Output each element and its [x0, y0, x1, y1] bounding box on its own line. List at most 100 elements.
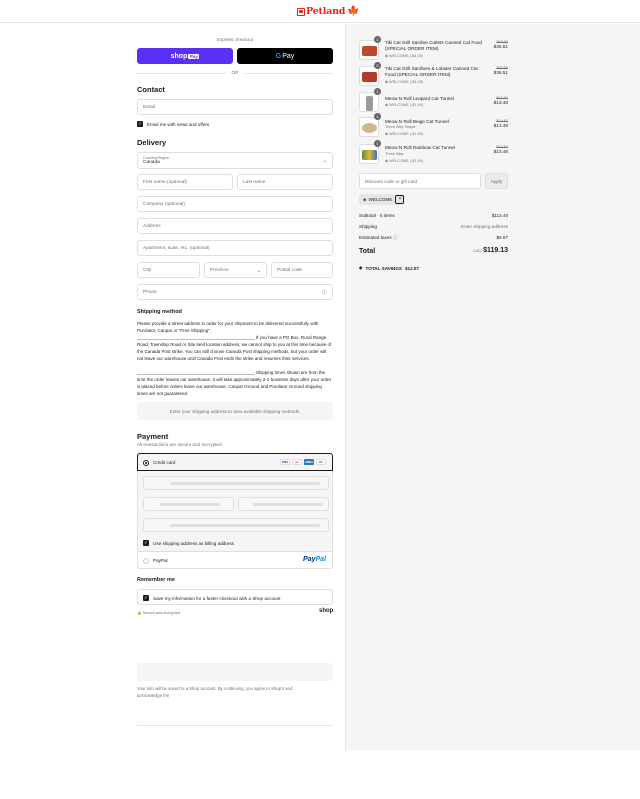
shop-pay-badge: Pay	[188, 53, 200, 59]
postal-code-field[interactable]: Postal code	[271, 262, 333, 278]
quantity-badge: 1	[374, 88, 381, 95]
delivery-heading: Delivery	[137, 138, 167, 147]
newsletter-checkbox[interactable]: ✓	[137, 121, 143, 127]
security-code-field[interactable]	[238, 497, 329, 511]
email-field[interactable]: Email	[137, 99, 333, 115]
paypal-radio[interactable]	[143, 558, 149, 564]
info-icon[interactable]: ⓘ	[393, 235, 398, 240]
discount-label: WELCOME (-$4.05)	[388, 54, 423, 58]
credit-card-label: Credit card	[153, 460, 176, 465]
product-image	[359, 92, 379, 112]
discount-code-input[interactable]: Discount code or gift card	[359, 173, 481, 189]
shop-logo: shop	[319, 608, 334, 614]
name-on-card-field[interactable]	[143, 518, 329, 532]
paypal-option[interactable]: PayPal PayPal	[137, 551, 333, 569]
save-info-checkbox[interactable]: ✓	[143, 595, 149, 601]
subtotal-label: Subtotal · 5 items	[359, 213, 395, 218]
express-checkout-title: Express checkout	[216, 37, 254, 42]
province-placeholder: Province	[210, 267, 229, 273]
shipping-value: Enter shipping address	[461, 224, 508, 229]
product-name: Meow N Roll Rainbow Cat Tunnel	[385, 145, 456, 150]
discount-line: ◈ WELCOME (-$4.05)	[385, 79, 423, 84]
expiry-field[interactable]	[143, 497, 234, 511]
total-savings: ◈ TOTAL SAVINGS $12.57	[359, 265, 419, 271]
credit-card-radio[interactable]	[143, 460, 149, 466]
country-value: Canada	[143, 160, 160, 165]
discounted-price: $36.51	[493, 70, 508, 75]
address-field[interactable]: Address	[137, 218, 333, 234]
google-pay-button[interactable]: G Pay	[237, 48, 333, 64]
taxes-value: $5.67	[496, 235, 509, 240]
shipping-info-1: Please provide a street address in order…	[137, 321, 319, 333]
company-field[interactable]: Company (optional)	[137, 196, 333, 212]
last-name-field[interactable]: Last name	[237, 174, 333, 190]
or-label: OR	[231, 70, 239, 75]
product-name: Tiki Cat Grill Sardines & Lobster Canned…	[385, 66, 478, 78]
apartment-field[interactable]: Apartment, suite, etc. (optional)	[137, 240, 333, 256]
site-header: Petland 🍁	[0, 0, 640, 23]
apartment-placeholder: Apartment, suite, etc. (optional)	[143, 245, 210, 251]
tag-icon: ◈	[359, 265, 363, 270]
total-value: $119.13	[483, 247, 508, 254]
shipping-info-2: ________________________________________…	[137, 335, 332, 361]
savings-value: $12.57	[404, 265, 420, 271]
payment-subtitle: All transactions are secure and encrypte…	[137, 442, 223, 447]
remove-discount-icon[interactable]: ×	[395, 195, 405, 204]
diners-club-icon: DC	[316, 459, 326, 465]
phone-field[interactable]: Phone ⓘ	[137, 284, 333, 300]
discount-label: WELCOME (-$1.49)	[388, 103, 423, 107]
shipping-methods-notice: Enter your shipping address to view avai…	[137, 402, 333, 420]
paypal-logo-icon: PayPal	[303, 556, 326, 563]
help-icon[interactable]: ⓘ	[322, 289, 327, 296]
savings-label: TOTAL SAVINGS	[365, 265, 402, 271]
discounted-price: $13.48	[493, 149, 508, 154]
discount-label: WELCOME (-$1.49)	[388, 132, 423, 136]
newsletter-label: Email me with news and offers	[147, 121, 210, 127]
product-image	[359, 144, 379, 164]
remember-me-heading: Remember me	[137, 577, 175, 583]
country-select[interactable]: Country/Region Canada ⌄	[137, 152, 333, 169]
subtotal-row: Subtotal · 5 items $113.46	[359, 213, 508, 218]
discounted-price: $13.48	[493, 123, 508, 128]
discount-line: ◈ WELCOME (-$1.49)	[385, 131, 423, 136]
save-info-label: Save my information for a faster checkou…	[153, 595, 281, 601]
province-select[interactable]: Province ⌄	[204, 262, 267, 278]
shipping-row: Shipping Enter shipping address	[359, 224, 508, 229]
discounted-price: $36.51	[493, 44, 508, 49]
google-g-icon: G	[275, 52, 282, 60]
secure-note: 🔒 Secure and encrypted	[137, 610, 180, 615]
city-field[interactable]: City	[137, 262, 200, 278]
pay-now-button[interactable]	[137, 663, 333, 681]
quantity-badge: 1	[374, 113, 381, 120]
credit-card-option[interactable]: Credit card VISA ●● AMEX DC	[137, 453, 333, 471]
price-block: $14.97 $13.48	[494, 145, 508, 154]
product-name: Tiki Cat Grill Sardine Cutlets Canned Ca…	[385, 40, 483, 52]
price-block: $14.97 $13.48	[494, 119, 508, 128]
first-name-field[interactable]: First name (optional)	[137, 174, 233, 190]
phone-placeholder: Phone	[143, 289, 157, 295]
brand-name: Petland	[306, 6, 346, 17]
discount-label: WELCOME (-$1.49)	[388, 159, 423, 163]
card-number-field[interactable]	[143, 476, 329, 490]
last-name-placeholder: Last name	[243, 179, 266, 185]
address-placeholder: Address	[143, 223, 161, 229]
paw-icon	[297, 7, 305, 16]
applied-discount-chip: ◈ WELCOME ×	[359, 194, 406, 205]
paypal-label: PayPal	[153, 558, 168, 563]
postal-placeholder: Postal code	[277, 267, 303, 273]
amex-icon: AMEX	[304, 459, 314, 465]
product-image	[359, 40, 379, 60]
quantity-badge: 1	[374, 140, 381, 147]
apply-button[interactable]: Apply	[485, 173, 508, 189]
price-block: $14.97 $13.48	[494, 96, 508, 105]
product-variant: Three Way Shape	[385, 125, 416, 129]
shop-pay-label: shop	[170, 52, 188, 60]
billing-same-checkbox[interactable]: ✓	[143, 540, 149, 546]
petland-logo[interactable]: Petland 🍁	[297, 6, 360, 17]
card-fields-area: ✓ Use shipping address as billing addres…	[137, 471, 333, 551]
shop-pay-button[interactable]: shop Pay	[137, 48, 233, 64]
discount-placeholder: Discount code or gift card	[365, 178, 418, 184]
shipping-info-3: ________________________________________…	[137, 370, 332, 396]
mastercard-icon: ●●	[292, 459, 302, 465]
price-block: $40.56 $36.51	[494, 40, 508, 49]
